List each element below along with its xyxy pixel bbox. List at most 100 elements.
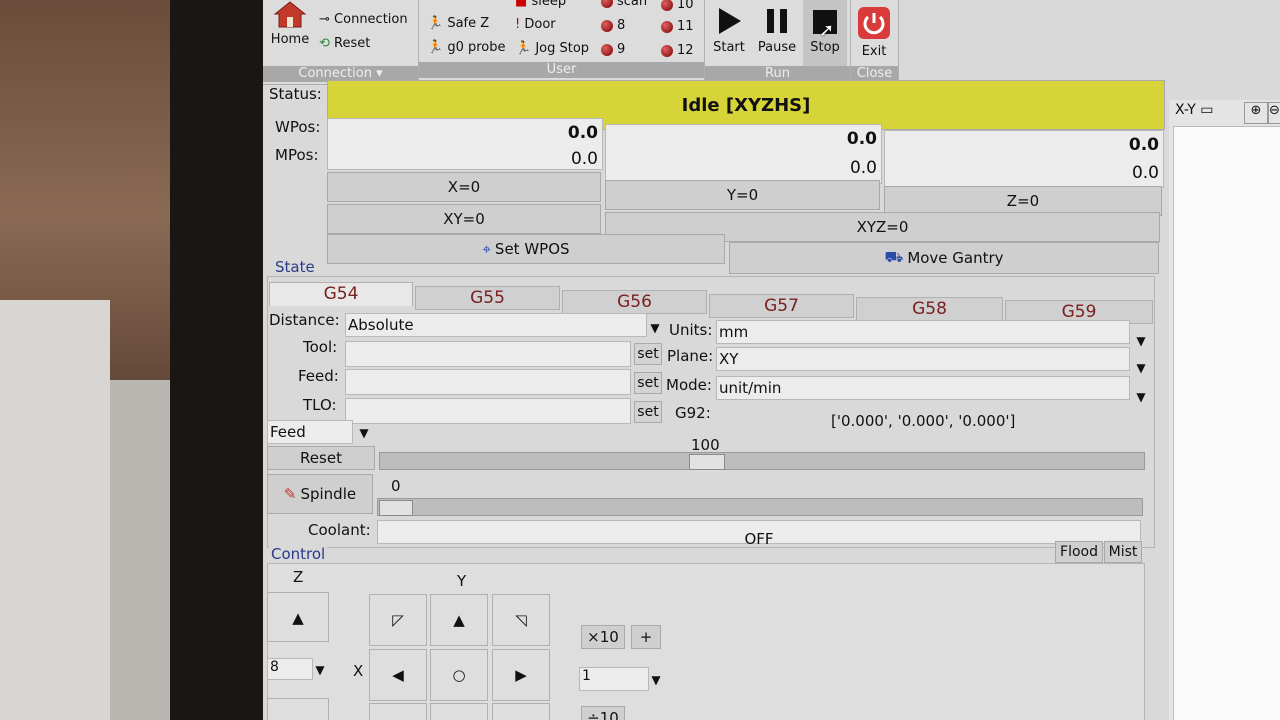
close-group: Exit Close (851, 0, 899, 84)
user-label: 9 (617, 42, 626, 57)
mode-label: Mode: (666, 376, 712, 394)
gcode-canvas[interactable] (1173, 126, 1280, 720)
zero-y-button[interactable]: Y=0 (605, 180, 880, 210)
chevron-down-icon[interactable]: ▼ (1132, 331, 1150, 351)
connection-label: Connection (334, 12, 408, 27)
exit-button[interactable]: Exit (855, 6, 893, 59)
feed-override-thumb[interactable] (689, 454, 725, 470)
distance-select[interactable]: Absolute (345, 313, 647, 337)
jog-x-minus-y-plus-button[interactable]: ◸ (369, 594, 427, 646)
user-label: Jog Stop (535, 41, 590, 56)
tab-g56[interactable]: G56 (562, 290, 707, 314)
feed-override-slider[interactable] (379, 452, 1145, 470)
mpos-z: 0.0 (1131, 163, 1159, 183)
jog-x-minus-button[interactable]: ◀ (369, 649, 427, 701)
override-reset-button[interactable]: Reset (267, 446, 375, 470)
user-button-11[interactable]: 11 (661, 19, 694, 34)
mist-button[interactable]: Mist (1104, 541, 1142, 563)
xy-step-select[interactable]: 1 (579, 667, 649, 691)
user-button-g0-probe[interactable]: 🏃 g0 probe (427, 40, 506, 55)
tool-set-button[interactable]: set (634, 343, 662, 365)
jog-x-plus-y-plus-button[interactable]: ◹ (492, 594, 550, 646)
user-button-12[interactable]: 12 (661, 43, 694, 58)
tab-g54[interactable]: G54 (269, 282, 413, 306)
pause-icon (767, 9, 787, 33)
user-label: scan (617, 0, 648, 9)
set-wpos-button[interactable]: ⌖ Set WPOS (327, 234, 725, 264)
user-button-scan[interactable]: scan (601, 0, 647, 9)
spindle-slider[interactable] (377, 498, 1143, 516)
user-label: 8 (617, 18, 626, 33)
jog-x-minus-y-minus-button[interactable] (369, 703, 427, 720)
start-button[interactable]: Start (709, 6, 749, 55)
jog-y-minus-button[interactable] (430, 703, 488, 720)
red-dot-icon (661, 20, 673, 33)
z-step-select[interactable]: 8 (267, 658, 313, 680)
connection-button[interactable]: ⊸ Connection (319, 12, 408, 27)
mode-select[interactable]: unit/min (716, 376, 1130, 400)
chevron-down-icon[interactable]: ▼ (311, 660, 329, 680)
door-icon: ! (515, 17, 521, 32)
override-type-select[interactable]: Feed (267, 420, 353, 444)
move-gantry-button[interactable]: ⛟ Move Gantry (729, 242, 1159, 274)
connection-group: Home ⊸ Connection ⟲ Reset Connection ▾ (263, 0, 419, 84)
background-wall-shadow (110, 380, 170, 720)
gantry-icon: ⛟ (884, 248, 904, 266)
y-axis-label: Y (457, 572, 467, 590)
jog-x-plus-button[interactable]: ▶ (492, 649, 550, 701)
jog-y-plus-button[interactable]: ▲ (430, 594, 488, 646)
step-divide-button[interactable]: ÷10 (581, 706, 625, 720)
tlo-input[interactable] (345, 398, 631, 424)
spindle-button[interactable]: ✎ Spindle (267, 474, 373, 514)
run-group: Start Pause Stop Run (705, 0, 851, 84)
z-position-box: 0.0 0.0 (884, 130, 1164, 188)
step-plus-button[interactable]: + (631, 625, 661, 649)
user-button-9[interactable]: 9 (601, 42, 625, 57)
zero-xy-button[interactable]: XY=0 (327, 204, 601, 234)
chevron-down-icon[interactable]: ▼ (647, 670, 665, 690)
jog-home-button[interactable]: ○ (430, 649, 488, 701)
user-button-safe-z[interactable]: 🏃 Safe Z (427, 16, 489, 31)
chevron-down-icon[interactable]: ▼ (646, 318, 664, 338)
coolant-label: Coolant: (308, 521, 371, 539)
jog-z-down-button[interactable] (267, 698, 329, 720)
reset-button[interactable]: ⟲ Reset (319, 36, 370, 51)
monitor-bezel (170, 0, 265, 720)
user-button-jog-stop[interactable]: 🏃 Jog Stop (515, 41, 589, 56)
user-button-8[interactable]: 8 (601, 18, 625, 33)
chevron-down-icon[interactable]: ▼ (1132, 387, 1150, 407)
user-group-title: User (419, 62, 704, 78)
user-button-sleep[interactable]: ■ sleep (515, 0, 566, 9)
zoom-in-icon[interactable]: ⊕ (1244, 102, 1268, 124)
tab-g58[interactable]: G58 (856, 297, 1003, 321)
tab-g55[interactable]: G55 (415, 286, 560, 310)
user-button-door[interactable]: ! Door (515, 17, 556, 32)
home-button[interactable]: Home (267, 0, 313, 47)
spindle-speed-value: 0 (391, 477, 401, 495)
zoom-out-icon[interactable]: ⊖ (1268, 102, 1280, 124)
flood-button[interactable]: Flood (1055, 541, 1103, 563)
zero-x-button[interactable]: X=0 (327, 172, 601, 202)
tab-g57[interactable]: G57 (709, 294, 854, 318)
mpos-x: 0.0 (570, 149, 598, 169)
view-plane-select[interactable]: X-Y ▭ (1175, 102, 1214, 118)
canvas-panel: X-Y ▭ ⊕ ⊖ (1169, 100, 1280, 720)
chevron-down-icon[interactable]: ▼ (355, 423, 373, 443)
reset-label: Reset (334, 36, 371, 51)
tool-input[interactable] (345, 341, 631, 367)
wpos-x: 0.0 (567, 123, 598, 143)
jog-x-plus-y-minus-button[interactable] (492, 703, 550, 720)
feed-label: Feed: (298, 367, 339, 385)
units-select[interactable]: mm (716, 320, 1130, 344)
jog-z-up-button[interactable]: ▲ (267, 592, 329, 642)
pause-button[interactable]: Pause (755, 6, 799, 55)
user-button-10[interactable]: 10 (661, 0, 694, 12)
feed-set-button[interactable]: set (634, 372, 662, 394)
x-position-box: 0.0 0.0 (327, 118, 603, 170)
step-multiply-button[interactable]: ×10 (581, 625, 625, 649)
spindle-thumb[interactable] (379, 500, 413, 516)
feed-input[interactable] (345, 369, 631, 395)
tlo-set-button[interactable]: set (634, 401, 662, 423)
chevron-down-icon[interactable]: ▼ (1132, 358, 1150, 378)
plane-select[interactable]: XY (716, 347, 1130, 371)
